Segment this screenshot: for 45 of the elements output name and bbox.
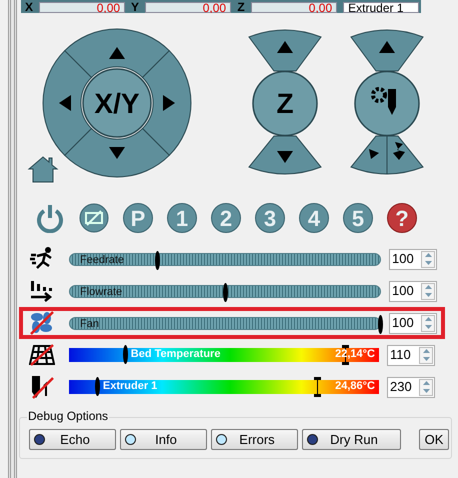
number-spinner[interactable]: 230 <box>387 376 435 398</box>
help-button[interactable]: ? <box>387 203 417 233</box>
move-up-button[interactable] <box>64 28 170 78</box>
xy-center-button[interactable]: X/Y <box>82 68 152 138</box>
retract-button[interactable] <box>350 134 424 174</box>
slider-thumb[interactable] <box>94 377 100 396</box>
z-down-button[interactable] <box>248 136 322 174</box>
slider-label: Feedrate <box>80 252 124 266</box>
extruder-button[interactable] <box>354 70 420 136</box>
z-home-button[interactable]: Z <box>252 70 318 136</box>
group-title: Debug Options <box>27 409 110 423</box>
move-down-button[interactable] <box>64 128 170 178</box>
axis-label: Y <box>130 1 140 13</box>
extruder-dropdown[interactable]: Extruder 1 <box>343 2 420 13</box>
axis-label: Z <box>236 1 246 13</box>
power-icon[interactable] <box>35 203 65 233</box>
number-spinner[interactable]: 100 <box>389 248 437 270</box>
ok-button[interactable]: OK <box>419 429 449 450</box>
number-spinner[interactable]: 110 <box>387 344 435 366</box>
slider-label: Extruder 1 <box>102 379 158 393</box>
toggle-button[interactable]: Errors <box>211 429 298 450</box>
flow-icon <box>29 278 55 304</box>
home-icon[interactable] <box>27 155 59 183</box>
slider-label: Flowrate <box>80 284 122 298</box>
display-off-icon[interactable] <box>79 203 109 233</box>
z-up-button[interactable] <box>248 30 322 72</box>
axis-label: X <box>24 1 34 13</box>
slider-thumb[interactable] <box>122 345 128 364</box>
move-right-button[interactable] <box>142 50 192 156</box>
slider-thumb[interactable] <box>154 250 160 270</box>
heated-bed-off-icon <box>29 342 55 368</box>
toggle-button[interactable]: Echo <box>29 429 116 450</box>
fan-off-icon <box>29 310 55 336</box>
toggle-button[interactable]: Dry Run <box>302 429 401 450</box>
toggle-button[interactable]: Info <box>120 429 207 450</box>
number-spinner[interactable]: 100 <box>389 280 437 302</box>
temperature-reading: 24,86°C <box>335 379 375 393</box>
slider-label: Bed Temperature <box>130 347 220 361</box>
slider-label: Fan <box>80 316 99 330</box>
number-spinner[interactable]: 100 <box>389 312 437 334</box>
move-left-button[interactable] <box>42 50 92 156</box>
extrude-up-button[interactable] <box>350 30 424 72</box>
slider-thumb[interactable] <box>223 282 228 302</box>
nozzle-off-icon <box>29 374 55 400</box>
slider-thumb[interactable] <box>378 314 383 334</box>
